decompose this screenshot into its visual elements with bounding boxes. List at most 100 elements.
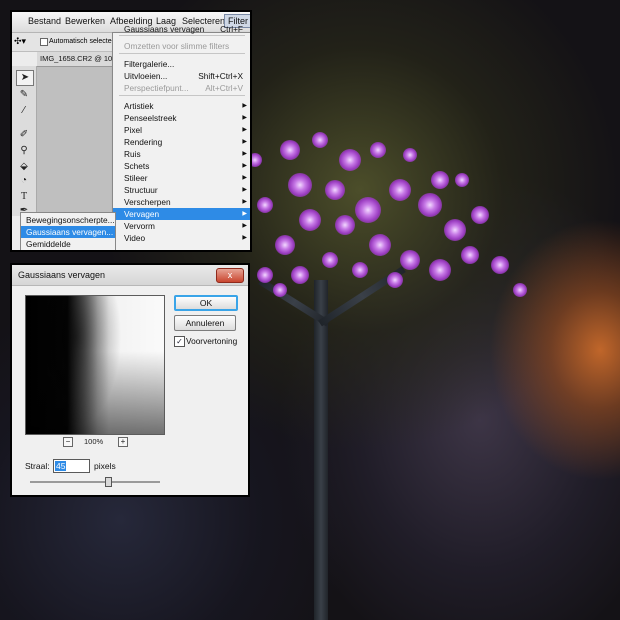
blur-submenu: Bewegingsonscherpte... Gaussiaans vervage… — [20, 212, 116, 250]
cancel-button[interactable]: Annuleren — [174, 315, 236, 331]
photoshop-window: Bestand Bewerken Afbeelding Laag Selecte… — [10, 10, 252, 252]
filter-menu-item[interactable]: Artistiek ▶ — [113, 100, 250, 112]
brush-tool-icon[interactable]: ✐ — [16, 128, 32, 142]
flower-blossom — [370, 142, 386, 158]
move-tool-icon[interactable]: ➤ — [16, 70, 34, 86]
flower-blossom — [400, 250, 420, 270]
options-bar: ✣▾ Automatisch selecteer — [12, 33, 118, 52]
filter-menu-item-label: Structuur — [124, 185, 158, 195]
radius-unit: pixels — [94, 461, 116, 471]
flower-blossom — [275, 235, 295, 255]
flower-blossom — [325, 180, 345, 200]
blur-submenu-item[interactable]: Gaussiaans vervagen... — [21, 226, 115, 238]
filter-menu-item-label: Perspectiefpunt... — [124, 83, 189, 93]
filter-menu-item[interactable]: Video ▶ — [113, 232, 250, 244]
eyedropper-tool-icon[interactable]: ⁄ — [16, 104, 32, 118]
radius-label: Straal: — [25, 461, 50, 471]
zoom-out-button[interactable]: − — [63, 437, 73, 447]
close-button[interactable]: x — [216, 268, 244, 283]
blur-submenu-item-label: Gemiddelde — [26, 239, 71, 249]
flower-blossom — [335, 215, 355, 235]
filter-menu-item[interactable]: Vervagen ▶ — [113, 208, 250, 220]
flower-blossom — [299, 209, 321, 231]
blur-submenu-item-label: Gaussiaans vervagen... — [26, 227, 114, 237]
filter-menu-item: Perspectiefpunt... Alt+Ctrl+V — [113, 82, 250, 94]
flower-stem — [314, 280, 328, 620]
filter-menu-item[interactable]: Gaussiaans vervagen Ctrl+F — [113, 23, 250, 35]
dialog-titlebar: Gaussiaans vervagen x — [12, 265, 248, 286]
filter-menu-item[interactable]: Verscherpen ▶ — [113, 196, 250, 208]
tool-panel: ➤ ✎ ⁄ ✐ ⚲ ⬙ ◔ T ✒ — [12, 66, 37, 216]
bucket-tool-icon[interactable]: ⬙ — [16, 160, 32, 174]
ok-button[interactable]: OK — [174, 295, 238, 311]
submenu-arrow-icon: ▶ — [242, 199, 247, 205]
flower-blossom — [339, 149, 361, 171]
filter-menu: Gaussiaans vervagen Ctrl+F Omzetten voor s… — [112, 24, 250, 250]
filter-menu-item[interactable]: Ruis ▶ — [113, 148, 250, 160]
submenu-arrow-icon: ▶ — [242, 103, 247, 109]
filter-menu-item[interactable]: Penseelstreek ▶ — [113, 112, 250, 124]
shortcut-label: Ctrl+F — [220, 24, 243, 34]
menu-bewerken[interactable]: Bewerken — [65, 16, 105, 26]
flower-blossom — [471, 206, 489, 224]
filter-menu-item-label: Ruis — [124, 149, 141, 159]
flower-blossom — [491, 256, 509, 274]
filter-menu-item[interactable]: Stileer ▶ — [113, 172, 250, 184]
submenu-arrow-icon: ▶ — [242, 187, 247, 193]
filter-menu-item[interactable]: Vervorm ▶ — [113, 220, 250, 232]
radius-slider-thumb[interactable] — [105, 477, 112, 487]
radius-slider[interactable] — [30, 477, 160, 487]
blur-submenu-item[interactable]: Bewegingsonscherpte... — [21, 214, 115, 226]
submenu-arrow-icon: ▶ — [242, 211, 247, 217]
menu-bestand[interactable]: Bestand — [28, 16, 61, 26]
zoom-level: 100% — [84, 437, 104, 446]
filter-menu-item[interactable]: Pixel ▶ — [113, 124, 250, 136]
move-tool-icon[interactable]: ✣▾ — [14, 36, 26, 47]
flower-blossom — [291, 266, 309, 284]
preview-checkbox[interactable]: ✓ — [174, 336, 185, 347]
type-tool-icon[interactable]: T — [16, 190, 32, 204]
filter-menu-item-label: Penseelstreek — [124, 113, 177, 123]
flower-blossom — [352, 262, 368, 278]
filter-menu-item[interactable]: Structuur ▶ — [113, 184, 250, 196]
preview-checkbox-label: Voorvertoning — [186, 336, 238, 346]
blur-submenu-item-label: Bewegingsonscherpte... — [26, 215, 115, 225]
filter-menu-item-label: Vervorm — [124, 221, 155, 231]
flower-blossom — [273, 283, 287, 297]
flower-blossom — [280, 140, 300, 160]
flower-blossom — [257, 267, 273, 283]
filter-menu-item-label: Artistiek — [124, 101, 154, 111]
submenu-arrow-icon: ▶ — [242, 175, 247, 181]
filter-menu-item-label: Pixel — [124, 125, 142, 135]
blur-submenu-item[interactable]: Gemiddelde — [21, 238, 115, 250]
flower-blossom — [389, 179, 411, 201]
filter-menu-item-label: Uitvloeien... — [124, 71, 168, 81]
preview-thumbnail[interactable] — [25, 295, 165, 435]
filter-menu-item-label: Vervagen — [124, 209, 160, 219]
zoom-in-button[interactable]: + — [118, 437, 128, 447]
submenu-arrow-icon: ▶ — [242, 163, 247, 169]
flower-blossom — [444, 219, 466, 241]
dodge-tool-icon[interactable]: ◔ — [16, 174, 32, 188]
menu-separator — [119, 95, 245, 96]
filter-menu-item[interactable]: Filtergalerie... — [113, 58, 250, 70]
filter-menu-item-label: Rendering — [124, 137, 163, 147]
stamp-tool-icon[interactable]: ⚲ — [16, 144, 32, 158]
filter-menu-item[interactable]: Schets ▶ — [113, 160, 250, 172]
document-tab[interactable]: IMG_1658.CR2 @ 100 — [37, 52, 115, 67]
lasso-tool-icon[interactable]: ✎ — [16, 88, 32, 102]
shortcut-label: Shift+Ctrl+X — [198, 71, 243, 81]
flower-blossom — [431, 171, 449, 189]
radius-input[interactable]: 45 — [53, 459, 90, 473]
submenu-arrow-icon: ▶ — [242, 151, 247, 157]
filter-menu-item[interactable]: Uitvloeien... Shift+Ctrl+X — [113, 70, 250, 82]
filter-menu-item-label: Video — [124, 233, 146, 243]
flower-blossom — [513, 283, 527, 297]
flower-blossom — [322, 252, 338, 268]
submenu-arrow-icon: ▶ — [242, 127, 247, 133]
filter-menu-item[interactable]: Rendering ▶ — [113, 136, 250, 148]
filter-menu-item: Omzetten voor slimme filters — [113, 40, 250, 52]
radius-value: 45 — [55, 461, 67, 471]
filter-menu-item-label: Verscherpen — [124, 197, 171, 207]
auto-select-checkbox[interactable] — [40, 38, 48, 46]
